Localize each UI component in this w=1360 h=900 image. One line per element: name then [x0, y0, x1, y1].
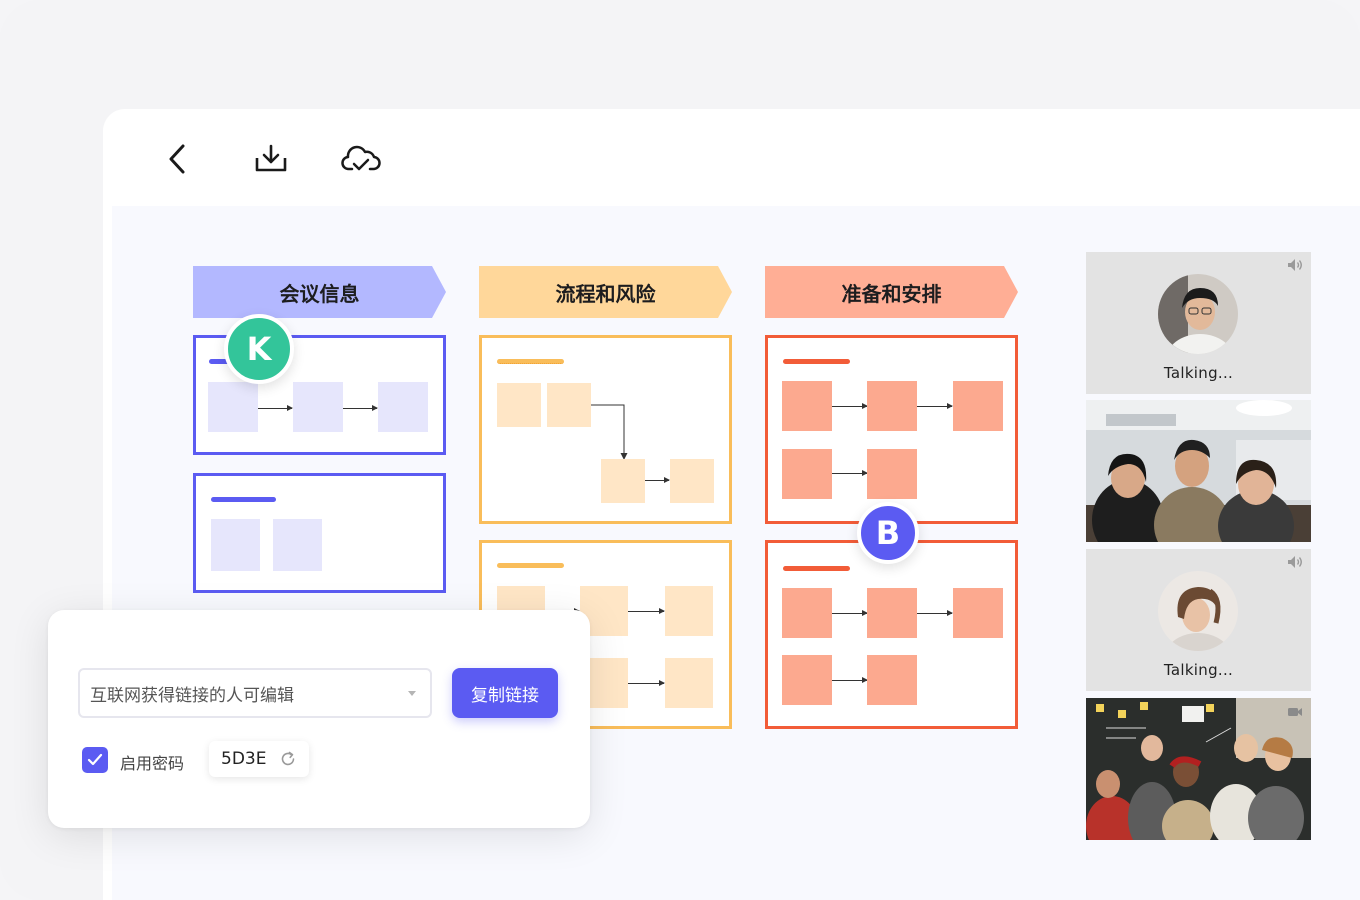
- participant-video: [1086, 400, 1311, 542]
- flow-node[interactable]: [782, 381, 832, 431]
- download-icon: [255, 144, 287, 172]
- flow-arrow: [917, 610, 953, 616]
- card-title-bar: [211, 497, 276, 502]
- speaker-icon: [1288, 556, 1302, 568]
- password-value: 5D3E: [221, 749, 267, 769]
- password-checkbox-label: 启用密码: [120, 754, 185, 773]
- flow-node[interactable]: [665, 586, 713, 636]
- video-tile[interactable]: Talking...: [1086, 549, 1311, 691]
- flow-node[interactable]: [601, 459, 645, 503]
- chevron-left-icon: [169, 144, 185, 174]
- column-title: 流程和风险: [555, 281, 656, 306]
- participant-avatar: [1158, 571, 1238, 651]
- password-field[interactable]: 5D3E: [209, 741, 309, 777]
- share-dialog: 互联网获得链接的人可编辑 复制链接 启用密码 5D3E: [48, 610, 590, 828]
- back-button[interactable]: [156, 137, 200, 181]
- flow-node[interactable]: [547, 383, 591, 427]
- column-header-process-risk[interactable]: 流程和风险: [479, 266, 732, 318]
- flow-node[interactable]: [378, 382, 428, 432]
- flow-node[interactable]: [293, 382, 343, 432]
- flow-node[interactable]: [867, 588, 917, 638]
- refresh-icon[interactable]: [279, 750, 297, 768]
- flow-arrow: [832, 403, 868, 409]
- flow-node[interactable]: [497, 383, 541, 427]
- flow-card[interactable]: [765, 335, 1018, 524]
- flow-node[interactable]: [953, 381, 1003, 431]
- card-title-bar: [497, 563, 564, 568]
- flow-node[interactable]: [867, 655, 917, 705]
- flow-arrow: [343, 405, 378, 411]
- flow-node[interactable]: [953, 588, 1003, 638]
- flow-arrow: [832, 470, 868, 476]
- flow-arrow: [917, 403, 953, 409]
- card-title-bar: [497, 359, 564, 364]
- participant-status: Talking...: [1163, 661, 1234, 679]
- flow-card[interactable]: [193, 473, 446, 593]
- flow-node[interactable]: [273, 519, 322, 571]
- flow-arrow: [832, 610, 868, 616]
- participant-video: [1086, 698, 1311, 840]
- toolbar: [103, 109, 1360, 205]
- chevron-down-icon: [408, 691, 416, 696]
- copy-link-button[interactable]: 复制链接: [452, 668, 558, 718]
- speaker-icon: [1288, 259, 1302, 271]
- participant-avatar: [1158, 274, 1238, 354]
- flow-arrow: [628, 608, 665, 614]
- video-tile[interactable]: [1086, 698, 1311, 840]
- collaborator-avatar-k[interactable]: K: [224, 314, 294, 384]
- card-title-bar: [783, 566, 850, 571]
- flow-card[interactable]: [765, 540, 1018, 729]
- cloud-check-icon: [341, 145, 381, 171]
- column-header-meeting-info[interactable]: 会议信息: [193, 266, 446, 318]
- flow-node[interactable]: [208, 382, 258, 432]
- flow-arrow: [832, 677, 868, 683]
- password-checkbox[interactable]: [82, 747, 108, 773]
- flow-node[interactable]: [665, 658, 713, 708]
- flow-node[interactable]: [782, 588, 832, 638]
- flow-node[interactable]: [670, 459, 714, 503]
- cloud-sync-button[interactable]: [339, 137, 383, 181]
- avatar-initial: B: [875, 514, 901, 552]
- flow-arrow: [645, 477, 670, 483]
- flow-node[interactable]: [867, 381, 917, 431]
- participant-status: Talking...: [1163, 364, 1234, 382]
- flow-node[interactable]: [782, 655, 832, 705]
- flow-node[interactable]: [782, 449, 832, 499]
- camera-icon: [1288, 708, 1302, 716]
- flow-arrow: [258, 405, 293, 411]
- flow-connector: [591, 404, 628, 460]
- check-icon: [87, 753, 103, 766]
- flow-card[interactable]: [479, 335, 732, 524]
- permission-select[interactable]: 互联网获得链接的人可编辑: [78, 668, 432, 718]
- video-tile[interactable]: [1086, 400, 1311, 542]
- flow-arrow: [628, 680, 665, 686]
- download-button[interactable]: [249, 137, 293, 181]
- avatar-initial: K: [246, 330, 272, 368]
- flow-node[interactable]: [867, 449, 917, 499]
- flow-node[interactable]: [211, 519, 260, 571]
- video-tile[interactable]: Talking...: [1086, 252, 1311, 394]
- card-title-bar: [783, 359, 850, 364]
- permission-value: 互联网获得链接的人可编辑: [90, 685, 294, 706]
- column-title: 准备和安排: [841, 281, 942, 306]
- collaborator-avatar-b[interactable]: B: [857, 502, 919, 564]
- column-title: 会议信息: [279, 281, 360, 306]
- column-header-preparation[interactable]: 准备和安排: [765, 266, 1018, 318]
